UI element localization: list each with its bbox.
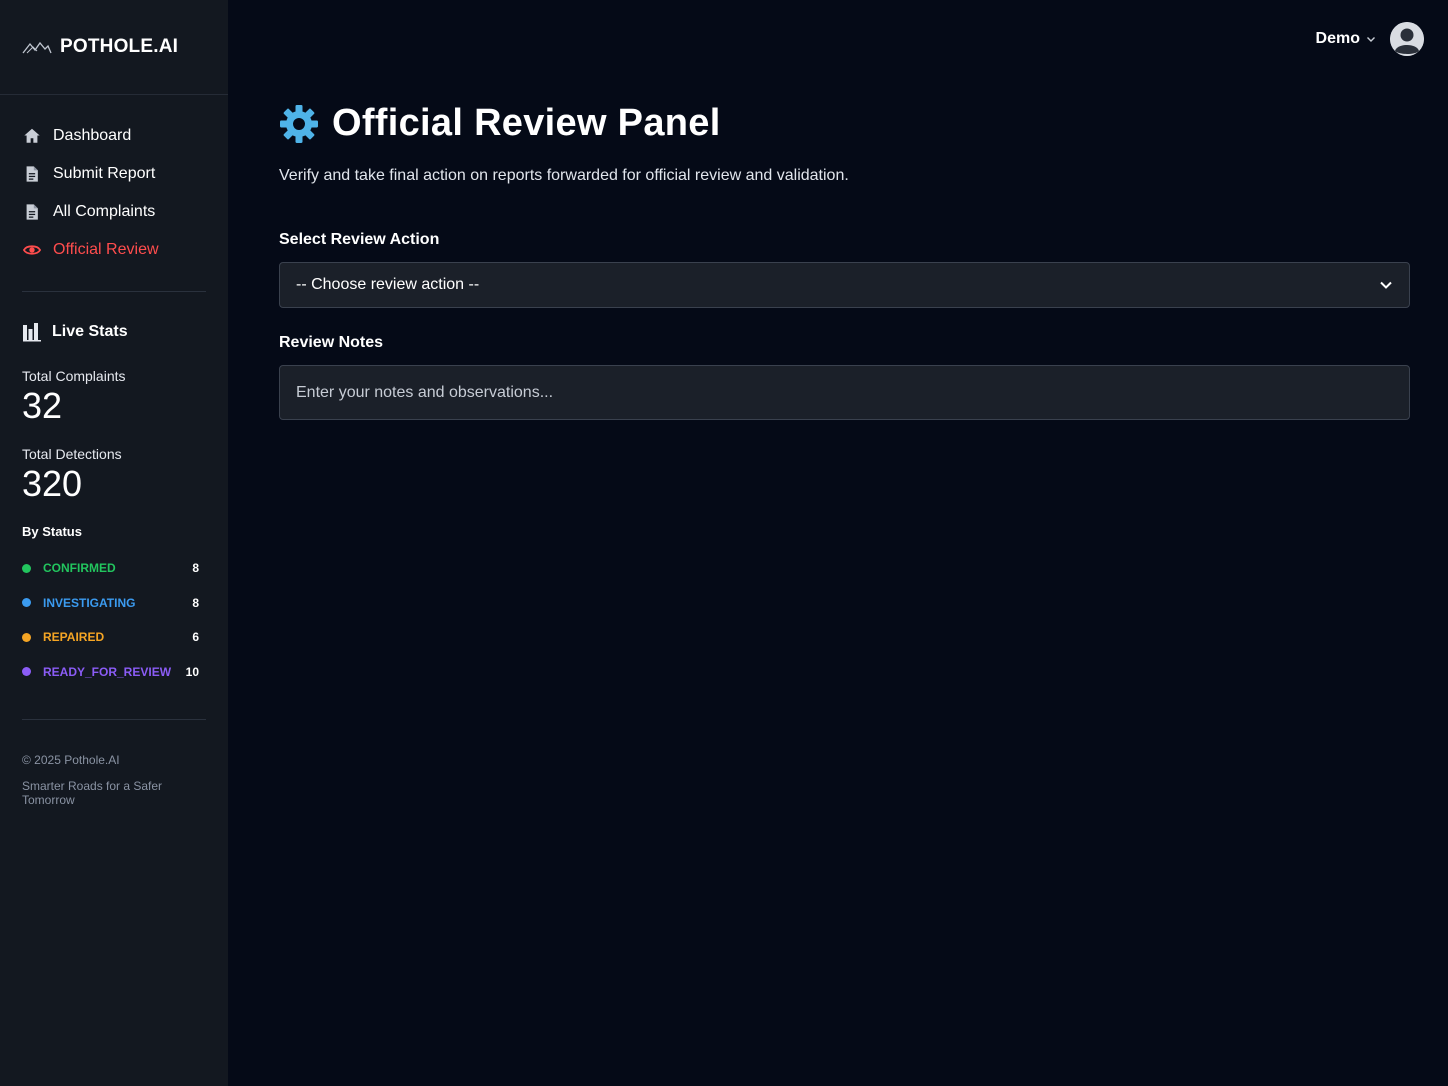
status-row: READY_FOR_REVIEW 10 xyxy=(22,655,206,690)
total-complaints-label: Total Complaints xyxy=(22,368,126,384)
status-list: CONFIRMED 8 INVESTIGATING 8 REPAIRED 6 READY_F… xyxy=(22,551,206,689)
user-name[interactable]: Demo xyxy=(1316,30,1360,48)
status-row: INVESTIGATING 8 xyxy=(22,586,206,621)
sidebar: POTHOLE.AI Dashboard Submit Report All C… xyxy=(0,0,228,1086)
status-row: CONFIRMED 8 xyxy=(22,551,206,586)
tagline-text: Smarter Roads for a Safer Tomorrow xyxy=(22,779,163,807)
sidebar-item-official-review[interactable]: Official Review xyxy=(0,231,228,269)
sidebar-item-label: Official Review xyxy=(53,241,159,258)
document-icon xyxy=(22,202,42,222)
live-stats-title: Live Stats xyxy=(52,323,128,340)
status-row: REPAIRED 6 xyxy=(22,620,206,655)
sidebar-nav: Dashboard Submit Report All Complaints O… xyxy=(0,95,228,269)
review-action-value: -- Choose review action -- xyxy=(296,276,480,293)
status-dot-icon xyxy=(22,667,31,677)
bar-chart-icon xyxy=(23,323,41,342)
status-count: 8 xyxy=(192,595,199,610)
status-name: READY_FOR_REVIEW xyxy=(43,664,172,679)
status-dot-icon xyxy=(22,632,31,642)
sidebar-item-label: Dashboard xyxy=(53,127,132,144)
eye-icon xyxy=(22,240,42,260)
copyright-text: © 2025 Pothole.AI xyxy=(22,753,120,767)
sidebar-item-label: Submit Report xyxy=(53,165,156,182)
total-complaints-value: 32 xyxy=(22,385,63,426)
status-dot-icon xyxy=(22,563,31,573)
total-detections-value: 320 xyxy=(22,463,83,504)
page-subtitle: Verify and take final action on reports … xyxy=(279,167,849,184)
review-action-select[interactable]: -- Choose review action -- xyxy=(279,262,1410,308)
sidebar-item-submit-report[interactable]: Submit Report xyxy=(0,155,228,193)
status-name: INVESTIGATING xyxy=(43,595,136,610)
status-dot-icon xyxy=(22,598,31,608)
status-name: CONFIRMED xyxy=(43,561,116,576)
app-root: POTHOLE.AI Dashboard Submit Report All C… xyxy=(0,0,1448,1086)
brand[interactable]: POTHOLE.AI xyxy=(0,0,228,95)
home-icon xyxy=(22,126,42,146)
gear-icon xyxy=(280,104,318,143)
page-header: Official Review Panel xyxy=(279,102,1410,145)
total-detections-label: Total Detections xyxy=(22,446,122,462)
review-notes-label: Review Notes xyxy=(279,334,384,351)
chevron-down-icon xyxy=(1380,281,1392,289)
user-avatar-icon[interactable] xyxy=(1390,22,1424,56)
status-count: 6 xyxy=(192,630,199,645)
review-notes-input[interactable] xyxy=(296,383,1393,402)
status-count: 8 xyxy=(192,561,199,576)
sidebar-footer: © 2025 Pothole.AI Smarter Roads for a Sa… xyxy=(0,720,228,807)
status-count: 10 xyxy=(185,664,199,679)
review-notes-container xyxy=(279,365,1410,420)
document-icon xyxy=(22,164,42,184)
status-name: REPAIRED xyxy=(43,630,105,645)
sidebar-item-all-complaints[interactable]: All Complaints xyxy=(0,193,228,231)
sidebar-item-dashboard[interactable]: Dashboard xyxy=(0,117,228,155)
review-action-label: Select Review Action xyxy=(279,231,440,248)
chevron-down-icon[interactable] xyxy=(1366,34,1376,44)
user-menu[interactable]: Demo xyxy=(1316,22,1424,56)
brand-name: POTHOLE.AI xyxy=(60,36,179,57)
live-stats: Live Stats Total Complaints 32 Total Det… xyxy=(0,292,228,689)
review-panel: Official Review Panel Verify and take fi… xyxy=(228,0,1448,420)
page-title: Official Review Panel xyxy=(332,102,721,144)
mountain-logo-icon xyxy=(22,41,52,54)
sidebar-item-label: All Complaints xyxy=(53,203,156,220)
main-content: Demo Official Review Panel Verify and ta… xyxy=(228,0,1448,1086)
live-stats-header: Live Stats xyxy=(22,322,206,342)
by-status-label: By Status xyxy=(22,524,82,539)
